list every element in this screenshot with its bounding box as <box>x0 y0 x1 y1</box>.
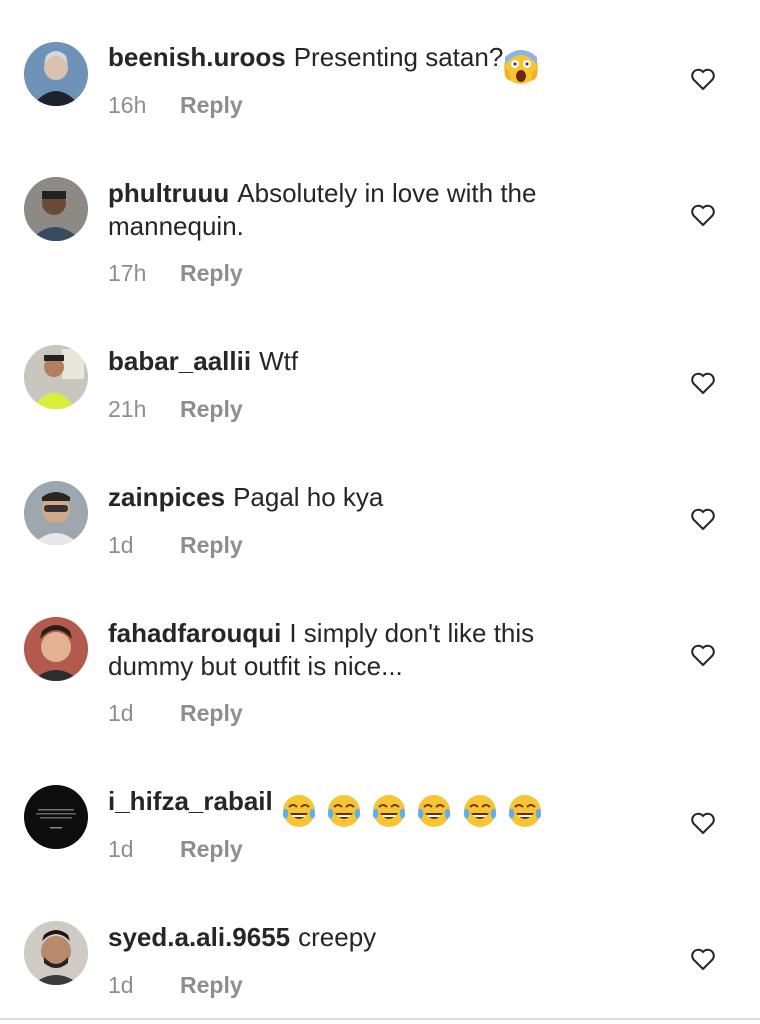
comment-body: Presenting satan? <box>293 42 504 72</box>
comment-time: 1d <box>108 532 134 558</box>
heart-outline-icon[interactable] <box>690 643 716 667</box>
comment-text: i_hifza_rabail <box>108 785 628 829</box>
reply-button[interactable]: Reply <box>180 836 243 862</box>
comment-username[interactable]: i_hifza_rabail <box>108 786 273 816</box>
comment-body: Absolutely in love with the <box>237 178 537 208</box>
comment-meta: 21h Reply <box>108 396 243 423</box>
tears-of-joy-emoji-icon <box>418 795 451 828</box>
tears-of-joy-emoji-row <box>281 793 545 829</box>
tears-of-joy-emoji-icon <box>463 795 496 828</box>
reply-button[interactable]: Reply <box>180 532 243 558</box>
comment-body: creepy <box>298 922 377 952</box>
avatar[interactable] <box>24 177 88 241</box>
comment-time: 1d <box>108 700 134 726</box>
comment-time: 1d <box>108 836 134 862</box>
tears-of-joy-emoji-icon <box>508 795 542 828</box>
tears-of-joy-emoji-icon <box>282 795 315 828</box>
comment-body: Wtf <box>259 346 299 376</box>
avatar[interactable] <box>24 921 88 985</box>
avatar[interactable] <box>24 345 88 409</box>
heart-outline-icon[interactable] <box>690 507 716 531</box>
scream-emoji-icon <box>503 49 541 85</box>
comment-meta: 1d Reply <box>108 836 243 863</box>
reply-button[interactable]: Reply <box>180 972 243 998</box>
reply-button[interactable]: Reply <box>180 396 243 422</box>
comment-text: phultruuu Absolutely in love with the mann… <box>108 177 628 243</box>
comment-meta: 17h Reply <box>108 260 243 287</box>
comment-text: syed.a.ali.9655 creepy <box>108 921 628 954</box>
comment-username[interactable]: syed.a.ali.9655 <box>108 922 290 952</box>
heart-outline-icon[interactable] <box>690 947 716 971</box>
comment-username[interactable]: babar_aallii <box>108 346 251 376</box>
comment-time: 1d <box>108 972 134 998</box>
comment-time: 17h <box>108 260 147 286</box>
comment-username[interactable]: zainpices <box>108 482 225 512</box>
comment-time: 21h <box>108 396 147 422</box>
comment-text: fahadfarouqui I simply don't like this dum… <box>108 617 628 683</box>
reply-button[interactable]: Reply <box>180 92 243 118</box>
comment-meta: 1d Reply <box>108 700 243 727</box>
comment-text: beenish.uroos Presenting satan? <box>108 41 628 85</box>
comment-meta: 1d Reply <box>108 972 243 999</box>
comment-meta: 1d Reply <box>108 532 243 559</box>
comment-username[interactable]: beenish.uroos <box>108 42 286 72</box>
bottom-divider <box>0 1018 760 1020</box>
reply-button[interactable]: Reply <box>180 260 243 286</box>
avatar[interactable] <box>24 42 88 106</box>
comment-text: babar_aallii Wtf <box>108 345 628 378</box>
comment-body-line2: dummy but outfit is nice... <box>108 651 403 681</box>
comment-body: Pagal ho kya <box>233 482 384 512</box>
comment-username[interactable]: phultruuu <box>108 178 229 208</box>
avatar[interactable] <box>24 481 88 545</box>
comment-body-line2: mannequin. <box>108 211 244 241</box>
heart-outline-icon[interactable] <box>690 203 716 227</box>
tears-of-joy-emoji-icon <box>327 795 361 828</box>
avatar[interactable] <box>24 785 88 849</box>
heart-outline-icon[interactable] <box>690 811 716 835</box>
comment-username[interactable]: fahadfarouqui <box>108 618 281 648</box>
reply-button[interactable]: Reply <box>180 700 243 726</box>
avatar[interactable] <box>24 617 88 681</box>
comment-time: 16h <box>108 92 147 118</box>
heart-outline-icon[interactable] <box>690 67 716 91</box>
comment-body: I simply don't like this <box>289 618 535 648</box>
comment-text: zainpices Pagal ho kya <box>108 481 628 514</box>
tears-of-joy-emoji-icon <box>373 795 406 828</box>
heart-outline-icon[interactable] <box>690 371 716 395</box>
comment-meta: 16h Reply <box>108 92 243 119</box>
